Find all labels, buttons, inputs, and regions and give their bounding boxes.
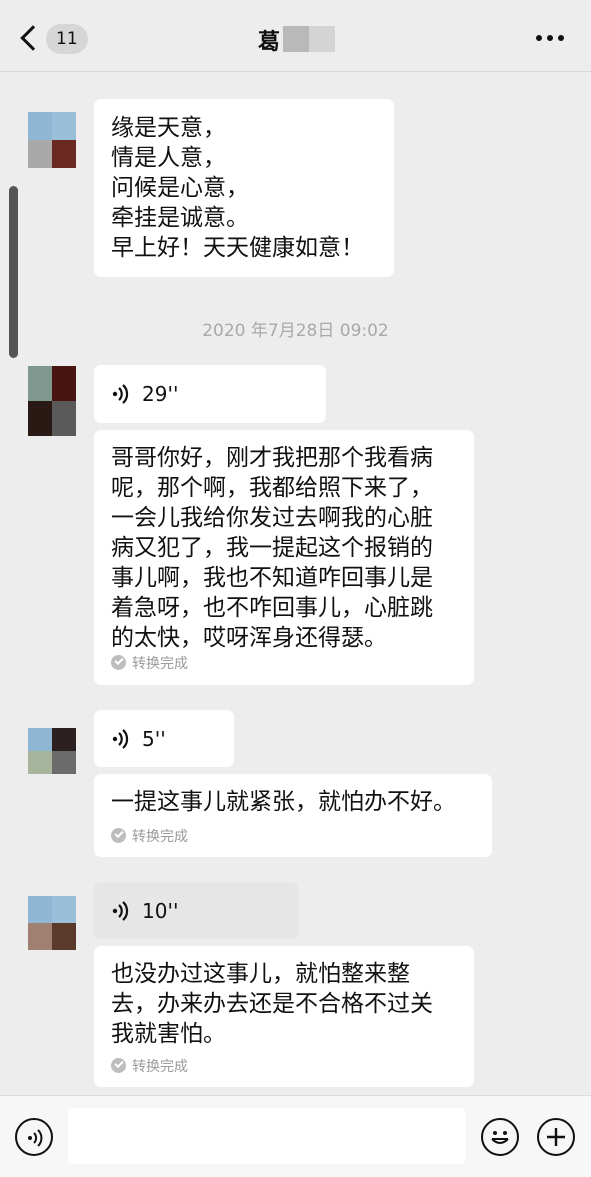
avatar[interactable] <box>28 728 76 774</box>
dot-icon <box>536 35 542 41</box>
avatar[interactable] <box>28 112 76 168</box>
check-icon <box>111 828 126 843</box>
chat-title: 葛 <box>258 30 281 55</box>
message-text: 缘是天意， 情是人意， 问候是心意， 牵挂是诚意。 早上好！天天健康如意！ <box>111 115 364 261</box>
transcript-text: 一提这事儿就紧张，就怕办不好。 <box>111 789 456 815</box>
voice-wave-icon <box>112 901 129 921</box>
add-more-button[interactable] <box>537 1118 575 1156</box>
voice-input-icon <box>28 1129 43 1147</box>
voice-input-button[interactable] <box>15 1118 53 1156</box>
transcript-text: 哥哥你好，刚才我把那个我看病 呢，那个啊，我都给照下来了， 一会儿我给你发过去啊… <box>111 445 433 651</box>
conversion-status: 转换完成 <box>132 829 188 845</box>
back-button[interactable]: 11 <box>16 20 88 58</box>
voice-message-bubble[interactable]: 5'' <box>94 710 234 767</box>
pixelated-name-mosaic <box>283 26 335 52</box>
chevron-left-icon <box>20 25 46 51</box>
check-icon <box>111 655 126 670</box>
plus-icon <box>547 1128 565 1146</box>
input-bar <box>0 1095 591 1177</box>
emoji-button[interactable] <box>481 1118 519 1156</box>
check-icon <box>111 1058 126 1073</box>
conversion-status: 转换完成 <box>132 656 188 672</box>
message-timestamp: 2020 年7月28日 09:02 <box>202 321 389 341</box>
chat-header: 11 葛 <box>0 0 591 72</box>
voice-duration: 5'' <box>142 727 166 751</box>
transcript-bubble[interactable]: 一提这事儿就紧张，就怕办不好。 转换完成 <box>94 774 492 857</box>
conversion-status: 转换完成 <box>132 1059 188 1075</box>
emoji-icon <box>491 1131 509 1144</box>
voice-duration: 10'' <box>142 899 179 923</box>
transcript-bubble[interactable]: 也没办过这事儿，就怕整来整 去，办来办去还是不合格不过关 我就害怕。 转换完成 <box>94 946 474 1087</box>
dot-icon <box>558 35 564 41</box>
message-bubble[interactable]: 缘是天意， 情是人意， 问候是心意， 牵挂是诚意。 早上好！天天健康如意！ <box>94 99 394 277</box>
avatar[interactable] <box>28 366 76 436</box>
unread-count-badge: 11 <box>46 24 88 54</box>
voice-message-bubble[interactable]: 10'' <box>94 882 298 939</box>
voice-wave-icon <box>112 729 129 749</box>
avatar[interactable] <box>28 896 76 950</box>
transcript-bubble[interactable]: 哥哥你好，刚才我把那个我看病 呢，那个啊，我都给照下来了， 一会儿我给你发过去啊… <box>94 430 474 685</box>
more-options-button[interactable] <box>534 28 566 48</box>
voice-duration: 29'' <box>142 382 179 406</box>
message-input[interactable] <box>68 1108 466 1164</box>
voice-message-bubble[interactable]: 29'' <box>94 365 326 423</box>
voice-wave-icon <box>112 384 129 404</box>
dot-icon <box>547 35 553 41</box>
transcript-text: 也没办过这事儿，就怕整来整 去，办来办去还是不合格不过关 我就害怕。 <box>111 961 433 1047</box>
